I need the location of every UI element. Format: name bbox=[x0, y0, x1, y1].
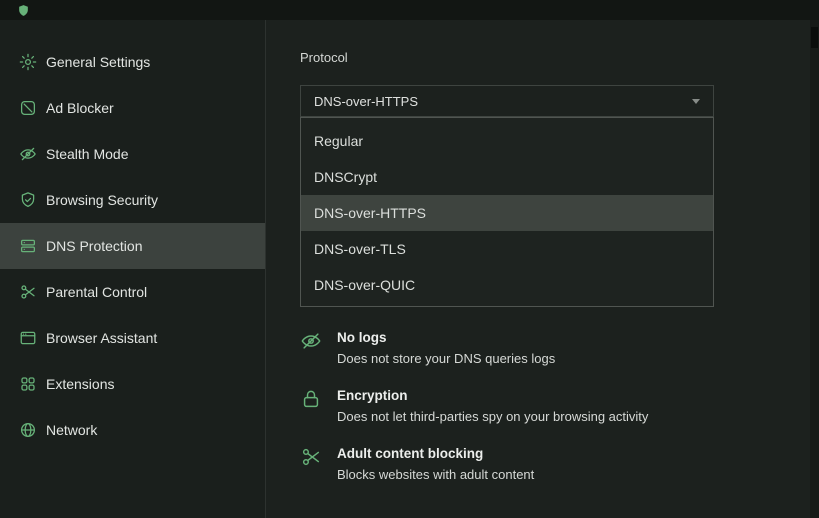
sidebar-item-label: Parental Control bbox=[46, 284, 147, 300]
dns-protection-panel: Protocol DNS-over-HTTPS Regular DNSCrypt… bbox=[266, 20, 810, 518]
eye-off-icon bbox=[300, 330, 322, 352]
scrollbar-thumb[interactable] bbox=[811, 27, 818, 48]
shield-icon bbox=[19, 191, 37, 209]
protocol-select-value: DNS-over-HTTPS bbox=[314, 94, 418, 109]
dropdown-option-dns-over-tls[interactable]: DNS-over-TLS bbox=[301, 231, 713, 267]
server-icon bbox=[19, 237, 37, 255]
browser-window-icon bbox=[19, 329, 37, 347]
protocol-select[interactable]: DNS-over-HTTPS bbox=[300, 85, 714, 117]
feature-adult-content-blocking: Adult content blocking Blocks websites w… bbox=[300, 446, 780, 483]
sidebar-item-label: DNS Protection bbox=[46, 238, 142, 254]
feature-title: Adult content blocking bbox=[337, 446, 534, 462]
app-window: General Settings Ad Blocker Stealth Mode… bbox=[0, 20, 810, 518]
sidebar-item-network[interactable]: Network bbox=[0, 407, 265, 453]
sidebar-item-ad-blocker[interactable]: Ad Blocker bbox=[0, 85, 265, 131]
sidebar-item-label: Extensions bbox=[46, 376, 114, 392]
protocol-label: Protocol bbox=[300, 50, 810, 66]
gear-icon bbox=[19, 53, 37, 71]
protocol-dropdown-menu: Regular DNSCrypt DNS-over-HTTPS DNS-over… bbox=[300, 117, 714, 307]
globe-icon bbox=[19, 421, 37, 439]
protocol-select-wrap: DNS-over-HTTPS Regular DNSCrypt DNS-over… bbox=[300, 85, 714, 117]
lock-icon bbox=[300, 388, 322, 410]
sidebar-item-browsing-security[interactable]: Browsing Security bbox=[0, 177, 265, 223]
sidebar-item-label: Browser Assistant bbox=[46, 330, 157, 346]
sidebar-item-general-settings[interactable]: General Settings bbox=[0, 39, 265, 85]
feature-description: Does not let third-parties spy on your b… bbox=[337, 409, 648, 425]
titlebar bbox=[0, 0, 819, 20]
feature-description: Does not store your DNS queries logs bbox=[337, 351, 555, 367]
sidebar-item-label: Ad Blocker bbox=[46, 100, 114, 116]
scissors-icon bbox=[300, 446, 322, 468]
chevron-down-icon bbox=[692, 99, 700, 104]
feature-title: No logs bbox=[337, 330, 555, 346]
sidebar-item-parental-control[interactable]: Parental Control bbox=[0, 269, 265, 315]
scrollbar-track[interactable] bbox=[810, 20, 819, 518]
scissors-icon bbox=[19, 283, 37, 301]
dns-feature-list: Blocks known phishing and other dangerou… bbox=[300, 287, 780, 483]
feature-title: Encryption bbox=[337, 388, 648, 404]
dropdown-option-dns-over-quic[interactable]: DNS-over-QUIC bbox=[301, 267, 713, 303]
ad-blocker-icon bbox=[19, 99, 37, 117]
sidebar-item-label: Network bbox=[46, 422, 97, 438]
adguard-logo-icon bbox=[17, 4, 30, 17]
extensions-grid-icon bbox=[19, 375, 37, 393]
sidebar-item-browser-assistant[interactable]: Browser Assistant bbox=[0, 315, 265, 361]
sidebar-item-label: Stealth Mode bbox=[46, 146, 129, 162]
sidebar-item-dns-protection[interactable]: DNS Protection bbox=[0, 223, 265, 269]
dropdown-option-dnscrypt[interactable]: DNSCrypt bbox=[301, 159, 713, 195]
sidebar: General Settings Ad Blocker Stealth Mode… bbox=[0, 20, 266, 518]
sidebar-item-label: Browsing Security bbox=[46, 192, 158, 208]
dropdown-option-regular[interactable]: Regular bbox=[301, 123, 713, 159]
feature-description: Blocks websites with adult content bbox=[337, 467, 534, 483]
eye-off-icon bbox=[19, 145, 37, 163]
feature-encryption: Encryption Does not let third-parties sp… bbox=[300, 388, 780, 425]
sidebar-item-stealth-mode[interactable]: Stealth Mode bbox=[0, 131, 265, 177]
dropdown-option-dns-over-https[interactable]: DNS-over-HTTPS bbox=[301, 195, 713, 231]
sidebar-item-label: General Settings bbox=[46, 54, 150, 70]
sidebar-item-extensions[interactable]: Extensions bbox=[0, 361, 265, 407]
feature-no-logs: No logs Does not store your DNS queries … bbox=[300, 330, 780, 367]
